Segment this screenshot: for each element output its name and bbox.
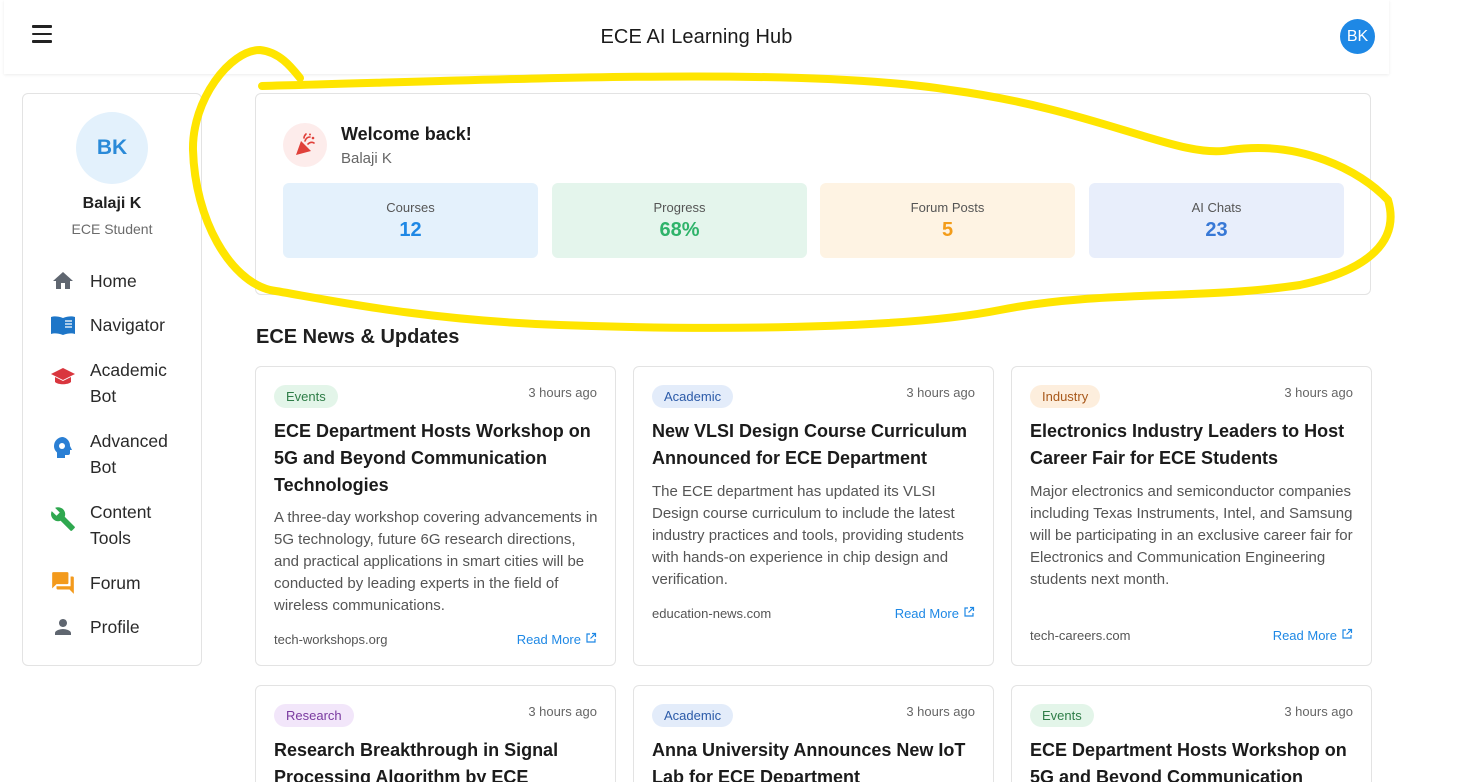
news-title[interactable]: Anna University Announces New IoT Lab fo…	[652, 737, 982, 782]
sidebar: BK Balaji K ECE Student Home Navigator A…	[22, 93, 202, 666]
category-badge: Events	[1030, 704, 1094, 727]
stat-ai-chats[interactable]: AI Chats 23	[1089, 183, 1344, 258]
welcome-user-name: Balaji K	[341, 150, 392, 167]
read-more-link[interactable]: Read More	[517, 632, 597, 647]
home-icon	[49, 267, 77, 295]
app-header: ECE AI Learning Hub BK	[4, 0, 1389, 74]
read-more-link[interactable]: Read More	[895, 606, 975, 621]
external-link-icon	[1341, 628, 1353, 643]
news-description: Major electronics and semiconductor comp…	[1030, 483, 1353, 588]
news-source: tech-careers.com	[1030, 628, 1131, 643]
sidebar-user-role: ECE Student	[71, 221, 153, 237]
news-title[interactable]: ECE Department Hosts Workshop on 5G and …	[274, 418, 604, 499]
wrench-icon	[49, 505, 77, 533]
news-timestamp: 3 hours ago	[528, 704, 597, 719]
news-title[interactable]: ECE Department Hosts Workshop on 5G and …	[1030, 737, 1360, 782]
hamburger-menu-icon[interactable]	[30, 22, 56, 44]
stat-value: 68%	[659, 218, 700, 241]
news-card[interactable]: Industry 3 hours ago Electronics Industr…	[1011, 366, 1372, 666]
news-card[interactable]: Events 3 hours ago ECE Department Hosts …	[255, 366, 616, 666]
sidebar-item-label: Content Tools	[90, 502, 152, 548]
sidebar-item-advanced-bot[interactable]: Advanced Bot	[49, 428, 180, 480]
stat-label: AI Chats	[1191, 199, 1242, 215]
welcome-title: Welcome back!	[341, 124, 472, 144]
category-badge: Academic	[652, 385, 734, 408]
news-timestamp: 3 hours ago	[1284, 704, 1353, 719]
category-badge: Industry	[1030, 385, 1101, 408]
news-card[interactable]: Academic 3 hours ago Anna University Ann…	[633, 685, 994, 782]
news-timestamp: 3 hours ago	[528, 385, 597, 400]
news-source: tech-workshops.org	[274, 632, 388, 647]
sidebar-item-label: Home	[90, 271, 137, 291]
sidebar-item-content-tools[interactable]: Content Tools	[49, 499, 180, 551]
read-more-label: Read More	[516, 632, 581, 647]
news-card[interactable]: Research 3 hours ago Research Breakthrou…	[255, 685, 616, 782]
book-icon	[49, 311, 77, 339]
category-badge: Academic	[652, 704, 734, 727]
graduation-cap-icon	[49, 363, 77, 391]
stat-value: 5	[941, 218, 954, 241]
stat-value: 12	[399, 218, 422, 241]
sidebar-item-home[interactable]: Home	[49, 268, 180, 295]
person-icon	[49, 613, 77, 641]
sidebar-avatar: BK	[76, 112, 148, 184]
read-more-link[interactable]: Read More	[1273, 628, 1353, 643]
stat-courses[interactable]: Courses 12	[283, 183, 538, 258]
sidebar-item-forum[interactable]: Forum	[49, 570, 180, 597]
sidebar-item-academic-bot[interactable]: Academic Bot	[49, 357, 180, 409]
stat-label: Forum Posts	[910, 199, 985, 215]
read-more-label: Read More	[1272, 628, 1337, 643]
header-avatar[interactable]: BK	[1340, 19, 1375, 54]
sidebar-item-label: Navigator	[90, 315, 165, 335]
page: ECE AI Learning Hub BK BK Balaji K ECE S…	[0, 0, 1482, 782]
party-popper-icon	[283, 123, 327, 167]
sidebar-item-label: Profile	[90, 617, 140, 637]
news-description: A three-day workshop covering advancemen…	[274, 509, 598, 614]
sidebar-item-label: Advanced Bot	[90, 431, 168, 477]
news-section-title: ECE News & Updates	[256, 326, 460, 348]
stat-label: Progress	[653, 199, 706, 215]
news-timestamp: 3 hours ago	[906, 704, 975, 719]
sidebar-item-label: Forum	[90, 573, 141, 593]
category-badge: Research	[274, 704, 354, 727]
read-more-label: Read More	[894, 606, 959, 621]
news-card[interactable]: Events 3 hours ago ECE Department Hosts …	[1011, 685, 1372, 782]
category-badge: Events	[274, 385, 338, 408]
stat-label: Courses	[386, 199, 435, 215]
stat-forum-posts[interactable]: Forum Posts 5	[820, 183, 1075, 258]
news-source: education-news.com	[652, 606, 772, 621]
sidebar-item-navigator[interactable]: Navigator	[49, 312, 180, 339]
external-link-icon	[585, 632, 597, 647]
welcome-card: Welcome back! Balaji K Courses 12 Progre…	[255, 93, 1371, 295]
external-link-icon	[963, 606, 975, 621]
robot-icon	[49, 434, 77, 462]
news-title[interactable]: Research Breakthrough in Signal Processi…	[274, 737, 604, 782]
news-title[interactable]: Electronics Industry Leaders to Host Car…	[1030, 418, 1360, 472]
news-timestamp: 3 hours ago	[1284, 385, 1353, 400]
news-title[interactable]: New VLSI Design Course Curriculum Announ…	[652, 418, 982, 472]
chat-icon	[49, 569, 77, 597]
stat-progress[interactable]: Progress 68%	[552, 183, 807, 258]
stat-value: 23	[1205, 218, 1228, 241]
app-title: ECE AI Learning Hub	[600, 25, 793, 48]
news-card[interactable]: Academic 3 hours ago New VLSI Design Cou…	[633, 366, 994, 666]
news-description: The ECE department has updated its VLSI …	[652, 483, 964, 588]
sidebar-item-label: Academic Bot	[90, 360, 167, 406]
sidebar-user-name: Balaji K	[82, 195, 142, 212]
sidebar-item-profile[interactable]: Profile	[49, 614, 180, 641]
news-timestamp: 3 hours ago	[906, 385, 975, 400]
